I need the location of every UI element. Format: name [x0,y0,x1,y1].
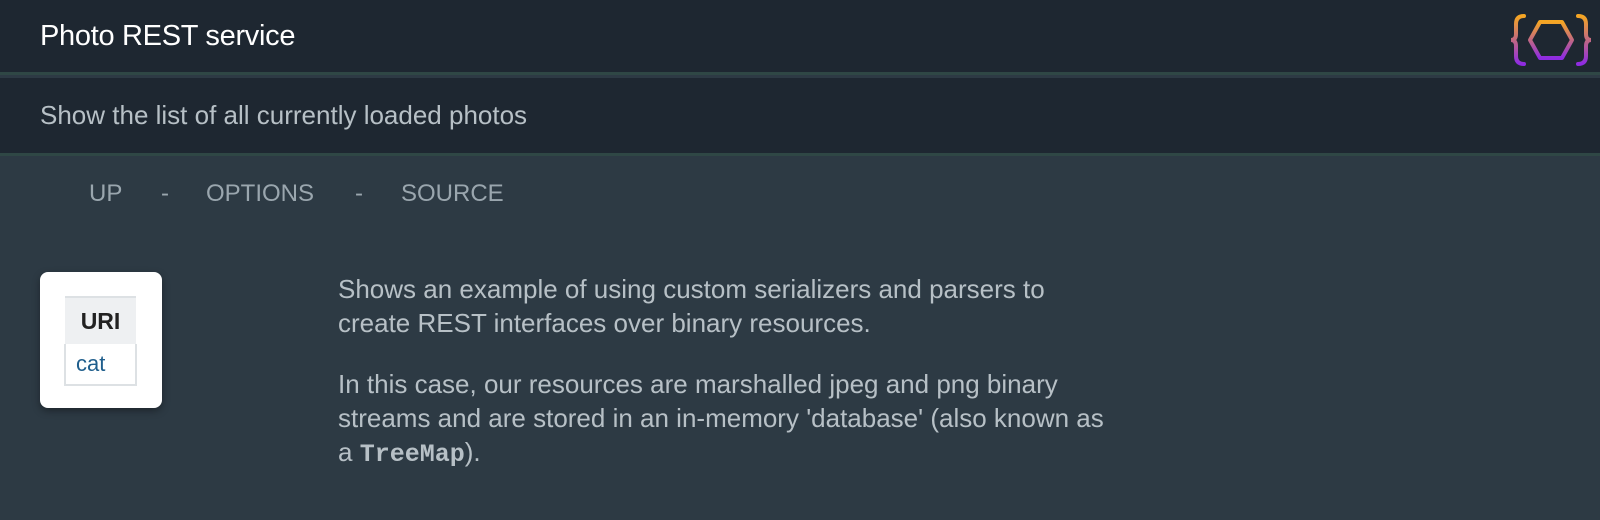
description: Shows an example of using custom seriali… [338,272,1118,499]
description-text-end: ). [464,437,481,467]
nav-separator: - [161,180,169,207]
description-paragraph-1: Shows an example of using custom seriali… [338,274,1045,338]
description-paragraph-2: In this case, our resources are marshall… [338,367,1118,472]
uri-card: URI cat [40,272,162,408]
uri-column-header: URI [65,296,136,344]
uri-link-cat[interactable]: cat [64,344,137,386]
nav-options-link[interactable]: OPTIONS [206,180,314,208]
nav-separator: - [355,180,363,207]
top-bar: Photo REST service [0,0,1600,75]
uri-table: URI cat [64,296,137,386]
page-subtitle: Show the list of all currently loaded ph… [40,100,528,130]
sub-bar: Show the list of all currently loaded ph… [0,78,1600,156]
app-title: Photo REST service [40,20,296,52]
nav-source-link[interactable]: SOURCE [401,180,504,208]
nav-up-link[interactable]: UP [89,180,122,208]
treemap-code: TreeMap [359,440,465,469]
curly-brace-hexagon-logo-icon [1510,14,1592,66]
table-row: cat [64,344,137,386]
